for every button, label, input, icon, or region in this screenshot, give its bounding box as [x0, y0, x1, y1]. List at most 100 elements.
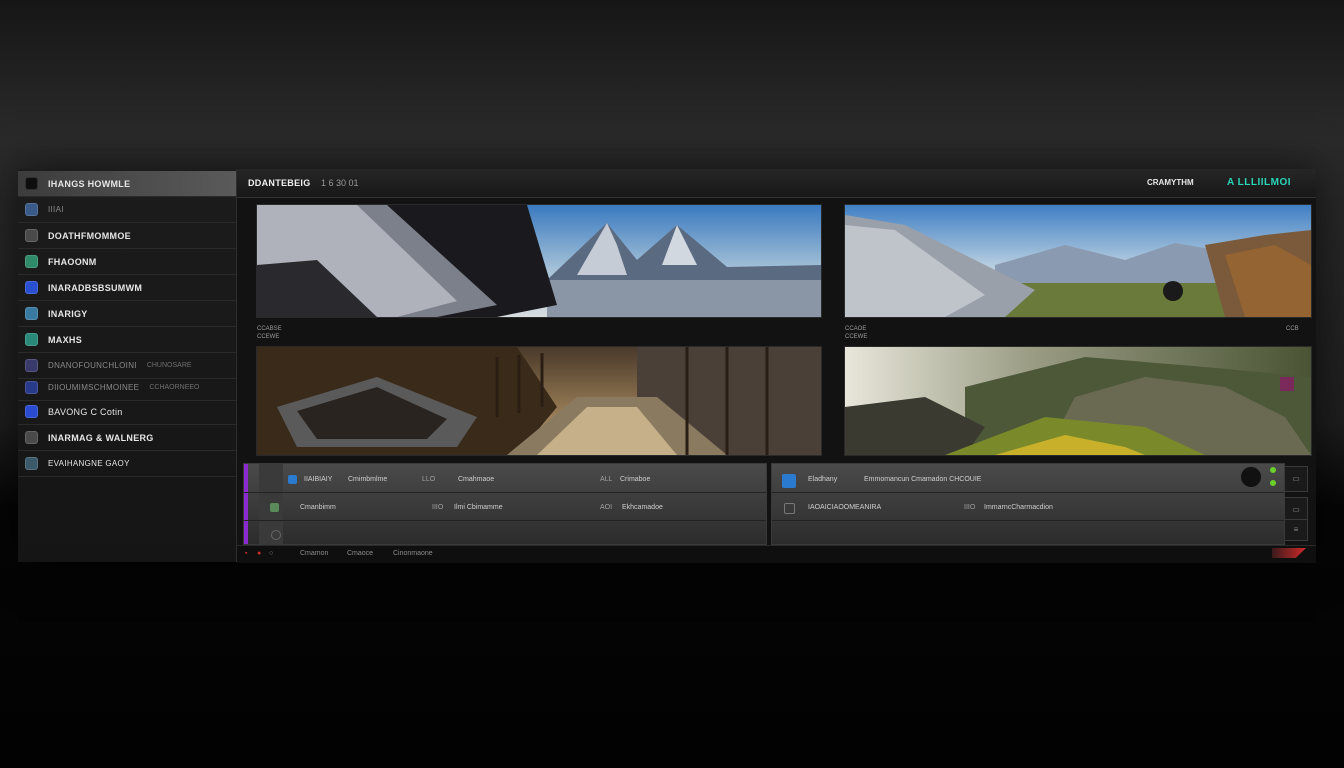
sidebar-item-label: DIIOUMIMSCHMOINEE: [48, 383, 140, 392]
sidebar-item-label: DOATHFMOMMOE: [48, 230, 131, 241]
menu-button[interactable]: ≡: [1284, 519, 1308, 541]
chat-icon: [25, 405, 38, 418]
caption-line: CCEWE: [845, 334, 868, 340]
image-tile-hills[interactable]: [844, 346, 1312, 456]
footer-item[interactable]: Cmaoce: [347, 550, 373, 557]
app-logo-icon: [25, 177, 38, 190]
ruins-landscape-image: [257, 347, 821, 455]
caption-tag: CCB: [1286, 326, 1299, 332]
sidebar-item-4[interactable]: INARADBSBSUMWM: [18, 275, 236, 301]
sidebar-item-sublabel: CCHAORNEEO: [149, 384, 200, 391]
sidebar-item-sublabel: CHUNOSARE: [146, 362, 192, 369]
shield-icon: [25, 203, 38, 216]
sidebar-item-label: DNANOFOUNCHLOINI: [48, 361, 137, 370]
image-tile-mountains[interactable]: [256, 204, 822, 318]
record-button[interactable]: [1240, 466, 1262, 488]
image-icon: [25, 431, 38, 444]
list-cell: Eladhany: [808, 476, 838, 483]
list-cell: LLO: [422, 476, 436, 483]
list-cell: IIIO: [964, 504, 976, 511]
list-row[interactable]: Cmanbimm IIIO Ilmi Cbimamme AOI Ekhcamad…: [244, 494, 766, 521]
caption-top-left: CCABSE CCEWE: [257, 325, 282, 341]
page-counter: 1 6 30 01: [321, 178, 359, 188]
sidebar-item-1[interactable]: IIIAI: [18, 197, 236, 223]
file-list-left: IIAIBIAIY Cmimbmlme LLO Cmahmaoe ALL Cri…: [243, 463, 767, 545]
settings-icon: [25, 229, 38, 242]
sidebar-item-2[interactable]: DOATHFMOMMOE: [18, 223, 236, 249]
status-label: CRAMYTHM: [1147, 178, 1194, 187]
sidebar-item-0[interactable]: IHANGS HOWMLE: [18, 171, 236, 197]
mountain-landscape-image: [257, 205, 821, 317]
file-icon: [782, 474, 796, 488]
sidebar-item-6[interactable]: MAXHS: [18, 327, 236, 353]
list-cell: IIAIBIAIY: [304, 476, 333, 483]
bookmark-icon[interactable]: [1280, 377, 1294, 391]
user-icon: [25, 381, 38, 394]
sidebar-item-8[interactable]: DIIOUMIMSCHMOINEE CCHAORNEEO: [18, 375, 236, 401]
list-cell: Cmahmaoe: [458, 476, 495, 483]
sidebar-item-label: BAVONG C Cotin: [48, 406, 123, 417]
sidebar-item-9[interactable]: BAVONG C Cotin: [18, 399, 236, 425]
window-button[interactable]: ▭: [1284, 466, 1308, 492]
list-row[interactable]: Eladhany Emmomancun Cmamadon CHCOUIE: [772, 466, 1284, 493]
status-dot-icon: [1270, 467, 1276, 473]
app-window: IHANGS HOWMLE IIIAI DOATHFMOMMOE FHAOONM…: [18, 169, 1316, 563]
footer-item[interactable]: Cinonmaone: [393, 550, 433, 557]
flag-icon: [1272, 548, 1306, 558]
sidebar-item-label: EVAIHANGNE GAOY: [48, 459, 130, 468]
status-dot-icon: [1270, 480, 1276, 486]
list-cell: Cmimbmlme: [348, 476, 388, 483]
leaf-icon: [270, 503, 279, 512]
list-cell: ImmarncCharmacdion: [984, 504, 1053, 511]
layers-icon: [25, 359, 38, 372]
sidebar-item-5[interactable]: INARIGY: [18, 301, 236, 327]
header-bar: DDANTEBEIG 1 6 30 01 CRAMYTHM A LLLIILMO…: [237, 169, 1316, 198]
alert-icon: ▪: [245, 550, 248, 557]
list-cell: IAOAICIAOOMEANIRA: [808, 504, 882, 511]
sidebar-item-label: FHAOONM: [48, 256, 97, 267]
sidebar-item-11[interactable]: EVAIHANGNE GAOY: [18, 451, 236, 477]
sidebar-item-label: IHANGS HOWMLE: [48, 178, 131, 189]
footer-item[interactable]: Cmamon: [300, 550, 328, 557]
list-cell: Cmanbimm: [300, 504, 336, 511]
file-icon: [288, 475, 297, 484]
list-cell: Emmomancun Cmamadon CHCOUIE: [864, 476, 982, 483]
list-cell: ALL: [600, 476, 613, 483]
sidebar-item-label: IIIAI: [48, 205, 64, 214]
list-cell: AOI: [600, 504, 613, 511]
caption-top-right: CCAOE CCEWE: [845, 325, 867, 341]
globe-icon: [25, 307, 38, 320]
sidebar-item-label: INARMAG & WALNERG: [48, 432, 154, 443]
sidebar: IHANGS HOWMLE IIIAI DOATHFMOMMOE FHAOONM…: [18, 169, 237, 562]
sidebar-item-3[interactable]: FHAOONM: [18, 249, 236, 275]
list-cell: Crimaboe: [620, 476, 651, 483]
list-row[interactable]: IAOAICIAOOMEANIRA IIIO ImmarncCharmacdio…: [772, 494, 1284, 521]
map-icon: [25, 333, 38, 346]
list-cell: Ilmi Cbimamme: [454, 504, 503, 511]
valley-landscape-image: [845, 205, 1311, 317]
list-row[interactable]: IIAIBIAIY Cmimbmlme LLO Cmahmaoe ALL Cri…: [244, 466, 766, 493]
folder-icon: [25, 281, 38, 294]
caption-line: CCABSE: [257, 326, 282, 332]
list-cell: Ekhcamadoe: [622, 504, 663, 511]
caption-line: CCAOE: [845, 326, 867, 332]
sidebar-item-label: MAXHS: [48, 334, 83, 345]
hills-landscape-image: [845, 347, 1311, 455]
image-tile-ruins[interactable]: [256, 346, 822, 456]
leaf-icon: [25, 255, 38, 268]
caption-line: CCEWE: [257, 334, 280, 340]
file-list-right: Eladhany Emmomancun Cmamadon CHCOUIE IAO…: [771, 463, 1285, 545]
radio-icon: [271, 530, 281, 540]
status-bar: ▪ ● ○ Cmamon Cmaoce Cinonmaone: [237, 545, 1316, 563]
dot-icon: ○: [269, 550, 274, 557]
status-value: A LLLIILMOI: [1227, 177, 1292, 188]
power-icon: ●: [257, 550, 262, 557]
checkbox-icon: [784, 503, 795, 514]
list-cell: IIIO: [432, 504, 444, 511]
sidebar-item-label: INARIGY: [48, 308, 88, 319]
clock-icon: [25, 457, 38, 470]
page-title: DDANTEBEIG: [248, 178, 311, 188]
sidebar-item-label: INARADBSBSUMWM: [48, 282, 143, 293]
image-tile-valley[interactable]: [844, 204, 1312, 318]
sidebar-item-10[interactable]: INARMAG & WALNERG: [18, 425, 236, 451]
